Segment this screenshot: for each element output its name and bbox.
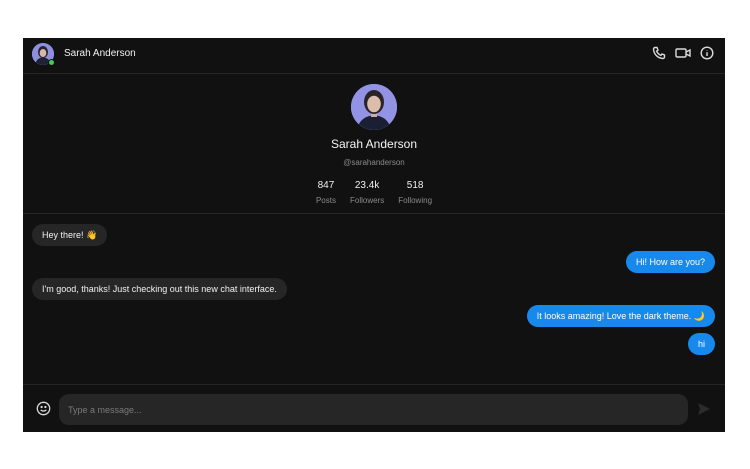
message-incoming: I'm good, thanks! Just checking out this… bbox=[32, 278, 287, 300]
contact-name[interactable]: Sarah Anderson bbox=[64, 48, 136, 59]
phone-icon[interactable] bbox=[651, 45, 667, 61]
profile-avatar[interactable] bbox=[351, 84, 397, 130]
profile-portrait bbox=[351, 84, 397, 130]
video-icon[interactable] bbox=[675, 45, 691, 61]
message-input[interactable] bbox=[59, 394, 688, 425]
message-incoming: Hey there! 👋 bbox=[32, 224, 108, 246]
emoji-icon[interactable] bbox=[36, 401, 51, 416]
stat-label: Following bbox=[398, 196, 433, 205]
profile-name: Sarah Anderson bbox=[330, 137, 418, 151]
message-outgoing: hi bbox=[687, 333, 715, 355]
message-list[interactable]: Hey there! 👋 Hi! How are you? I'm good, … bbox=[23, 214, 725, 384]
stat-value: 847 bbox=[317, 180, 335, 191]
chat-header: Sarah Anderson bbox=[23, 38, 725, 74]
profile-handle: @sarahanderson bbox=[343, 158, 405, 167]
stat-value: 518 bbox=[406, 180, 424, 191]
profile-stats: 847 Posts 23.4k Followers 518 Following bbox=[23, 180, 725, 205]
info-icon[interactable] bbox=[699, 45, 715, 61]
stat-value: 23.4k bbox=[354, 180, 380, 191]
stat-posts: 847 Posts bbox=[316, 180, 336, 205]
stat-label: Followers bbox=[349, 196, 385, 205]
send-icon[interactable] bbox=[697, 402, 711, 416]
message-outgoing: It looks amazing! Love the dark theme. 🌙 bbox=[526, 305, 715, 327]
chat-window: Sarah Anderson Sarah Anderson @sarahande… bbox=[23, 38, 725, 432]
message-outgoing: Hi! How are you? bbox=[625, 251, 715, 273]
online-status-indicator bbox=[48, 59, 55, 66]
stat-following[interactable]: 518 Following bbox=[398, 180, 432, 205]
message-composer bbox=[23, 384, 725, 432]
stat-label: Posts bbox=[315, 196, 336, 205]
stat-followers[interactable]: 23.4k Followers bbox=[350, 180, 384, 205]
profile-section: Sarah Anderson @sarahanderson 847 Posts … bbox=[23, 74, 725, 214]
